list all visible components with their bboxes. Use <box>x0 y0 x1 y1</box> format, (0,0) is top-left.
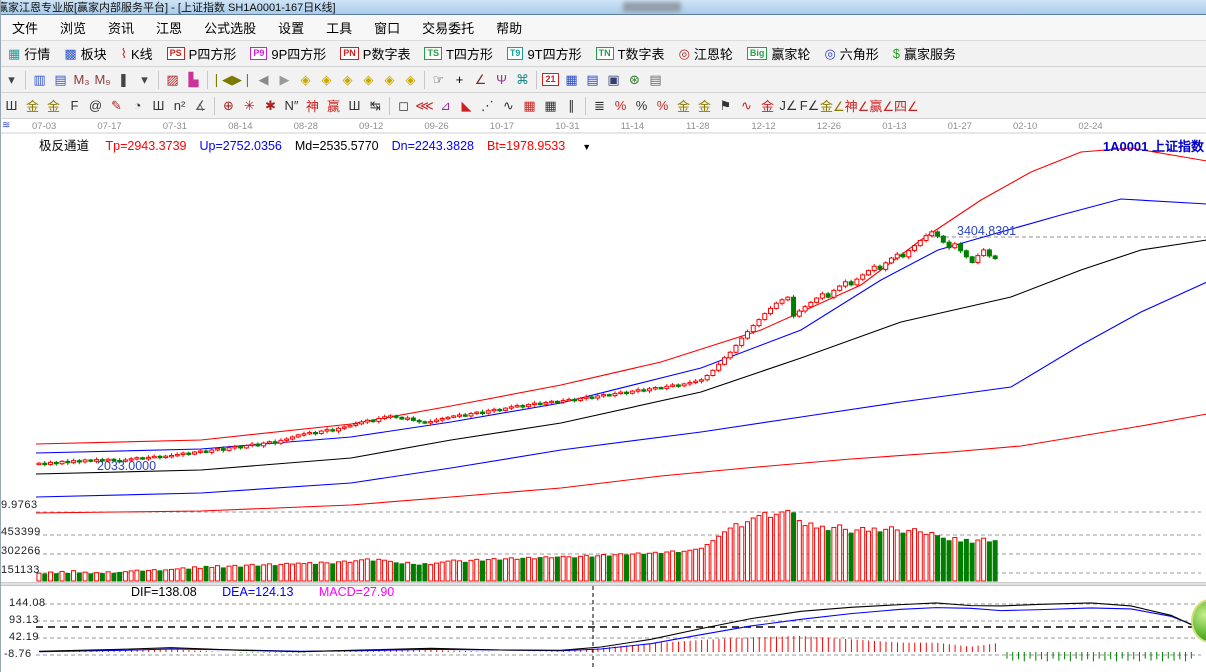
x-tick-09-12: 09-12 <box>359 121 383 132</box>
x-tick-12-12: 12-12 <box>751 121 775 132</box>
macd-axis-label: -8.76 <box>4 648 32 660</box>
volume-axis-label: 453399 <box>1 526 41 538</box>
panel-corner-icon: ≋ <box>2 120 10 131</box>
x-tick-11-14: 11-14 <box>621 121 645 132</box>
x-tick-10-17: 10-17 <box>490 121 514 132</box>
x-tick-12-26: 12-26 <box>817 121 841 132</box>
macd-axis-label: 42.19 <box>9 631 39 643</box>
x-tick-09-26: 09-26 <box>424 121 448 132</box>
main-chart-canvas[interactable] <box>1 0 1206 672</box>
price-mark-1: 2033.0000 <box>97 459 156 473</box>
x-tick-07-31: 07-31 <box>163 121 187 132</box>
channel-value-0: Tp=2943.3739 <box>106 139 187 153</box>
macd-axis-label: 144.08 <box>9 597 46 609</box>
indicator-info-line: 极反通道 Tp=2943.3739 Up=2752.0356 Md=2535.577… <box>39 135 604 154</box>
channel-value-1: Up=2752.0356 <box>199 139 281 153</box>
dea-value: DEA=124.13 <box>222 585 293 599</box>
dif-value: DIF=138.08 <box>131 585 197 599</box>
channel-value-4: Bt=1978.9533 <box>487 139 565 153</box>
x-tick-02-24: 02-24 <box>1078 121 1102 132</box>
x-tick-01-13: 01-13 <box>882 121 906 132</box>
application-window: { "window": { "title": "赢家江恩专业版[赢家内部服务平台… <box>0 0 1206 672</box>
volume-axis-label: 151133 <box>1 564 40 576</box>
macd-info-line: DIF=138.08 DEA=124.13 MACD=27.90 <box>131 585 416 599</box>
indicator-dropdown-icon[interactable]: ▼ <box>582 142 591 152</box>
price-mark-0: 3404.8301 <box>957 224 1016 238</box>
x-tick-10-31: 10-31 <box>555 121 579 132</box>
x-tick-07-03: 07-03 <box>32 121 56 132</box>
macd-axis-label: 93.13 <box>9 614 39 626</box>
x-tick-07-17: 07-17 <box>97 121 121 132</box>
channel-value-3: Dn=2243.3828 <box>392 139 474 153</box>
x-tick-02-10: 02-10 <box>1013 121 1037 132</box>
indicator-name[interactable]: 极反通道 <box>39 139 89 153</box>
volume-axis-label: 302266 <box>1 545 41 557</box>
channel-value-2: Md=2535.5770 <box>295 139 379 153</box>
x-tick-01-27: 01-27 <box>948 121 972 132</box>
volume-axis-label: 9.9763 <box>1 499 38 511</box>
macd-value: MACD=27.90 <box>319 585 394 599</box>
x-tick-08-14: 08-14 <box>228 121 252 132</box>
x-tick-11-28: 11-28 <box>686 121 710 132</box>
symbol-label: 1A0001 上证指数 <box>1103 136 1204 155</box>
x-tick-08-28: 08-28 <box>294 121 318 132</box>
